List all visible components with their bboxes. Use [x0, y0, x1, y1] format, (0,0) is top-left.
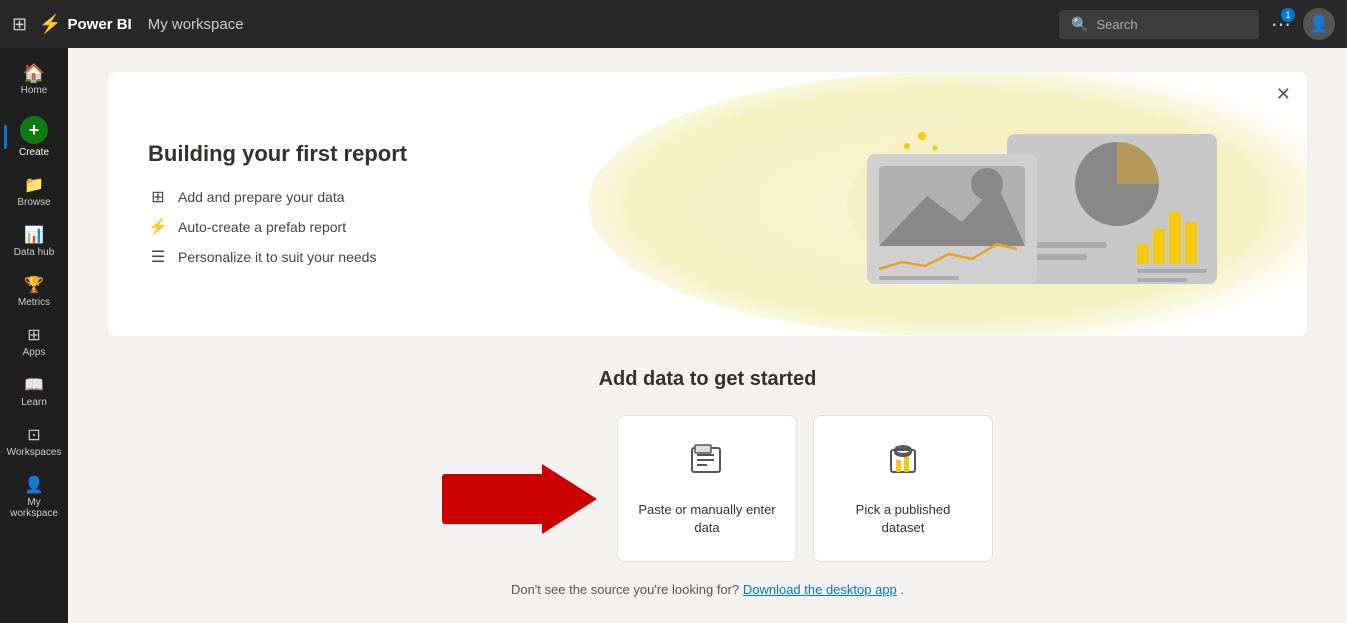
sidebar-item-label: Metrics [18, 297, 50, 308]
red-arrow-area [422, 464, 617, 534]
banner-list-text: Add and prepare your data [178, 189, 345, 205]
search-input[interactable] [1096, 17, 1247, 32]
learn-icon: 📖 [24, 378, 44, 394]
pick-dataset-label: Pick a published dataset [834, 501, 972, 537]
sidebar-item-metrics[interactable]: 🏆 Metrics [4, 270, 64, 316]
avatar-icon: 👤 [1309, 14, 1329, 34]
paste-data-icon [687, 440, 727, 489]
create-circle-icon: + [20, 116, 48, 144]
bottom-text: Don't see the source you're looking for?… [108, 582, 1307, 597]
sidebar-item-label: Data hub [14, 247, 55, 258]
sidebar-item-workspaces[interactable]: ⊡ Workspaces [4, 420, 64, 466]
sidebar-item-learn[interactable]: 📖 Learn [4, 370, 64, 416]
report-illustration [787, 104, 1267, 304]
banner-illustration [787, 104, 1267, 304]
sidebar-item-datahub[interactable]: 📊 Data hub [4, 220, 64, 266]
personalize-icon: ☰ [148, 247, 168, 267]
sidebar-item-label: Learn [21, 397, 47, 408]
workspace-label: My workspace [148, 16, 244, 33]
sidebar-item-label: Create [19, 147, 49, 158]
sidebar: 🏠 Home + Create 📁 Browse 📊 Data hub 🏆 Me… [0, 48, 68, 623]
active-indicator [4, 125, 7, 149]
paste-data-label: Paste or manually enter data [638, 501, 776, 537]
banner-card: Building your first report ⊞ Add and pre… [108, 72, 1307, 336]
brand-name: Power BI [68, 16, 132, 33]
main-content: Building your first report ⊞ Add and pre… [68, 48, 1347, 623]
bottom-text-prefix: Don't see the source you're looking for? [511, 582, 739, 597]
section-title: Add data to get started [108, 368, 1307, 391]
brand: ⚡ Power BI [39, 14, 132, 35]
home-icon: 🏠 [23, 64, 45, 82]
pick-dataset-card[interactable]: Pick a published dataset [813, 415, 993, 562]
arrow-head [542, 464, 597, 534]
datahub-icon: 📊 [24, 228, 44, 244]
powerbi-logo-icon: ⚡ [39, 14, 61, 35]
layout: 🏠 Home + Create 📁 Browse 📊 Data hub 🏆 Me… [0, 48, 1347, 623]
search-icon: 🔍 [1071, 16, 1088, 33]
notification-button[interactable]: ⋯ 1 [1271, 12, 1291, 37]
banner-list-text: Personalize it to suit your needs [178, 249, 376, 265]
sidebar-item-myworkspace[interactable]: 👤 My workspace [4, 470, 64, 527]
workspaces-icon: ⊡ [27, 428, 40, 444]
notification-badge: 1 [1281, 8, 1295, 22]
sidebar-item-home[interactable]: 🏠 Home [4, 56, 64, 104]
banner-content: Building your first report ⊞ Add and pre… [148, 141, 407, 267]
avatar[interactable]: 👤 [1303, 8, 1335, 40]
sidebar-item-apps[interactable]: ⊞ Apps [4, 320, 64, 366]
cards-with-arrow-container: Paste or manually enter data [108, 415, 1307, 582]
sidebar-item-label: My workspace [8, 497, 60, 519]
banner-list-text: Auto-create a prefab report [178, 219, 346, 235]
lightning-icon: ⚡ [148, 217, 168, 237]
sidebar-item-label: Workspaces [7, 447, 62, 458]
red-arrow [442, 464, 597, 534]
browse-icon: 📁 [24, 178, 44, 194]
banner-list-item: ⚡ Auto-create a prefab report [148, 217, 407, 237]
banner-list-item: ⊞ Add and prepare your data [148, 187, 407, 207]
sidebar-item-browse[interactable]: 📁 Browse [4, 170, 64, 216]
sidebar-item-label: Home [21, 85, 48, 96]
download-desktop-link[interactable]: Download the desktop app [743, 582, 897, 597]
myworkspace-icon: 👤 [24, 478, 44, 494]
pick-dataset-icon [883, 440, 923, 489]
add-data-section: Add data to get started [108, 368, 1307, 597]
sidebar-item-label: Apps [23, 347, 46, 358]
search-box[interactable]: 🔍 [1059, 10, 1259, 39]
arrow-body [442, 474, 542, 524]
banner-title: Building your first report [148, 141, 407, 167]
banner-list-item: ☰ Personalize it to suit your needs [148, 247, 407, 267]
grid-icon[interactable]: ⊞ [12, 14, 27, 35]
sidebar-item-create[interactable]: + Create [4, 108, 64, 166]
table-icon: ⊞ [148, 187, 168, 207]
paste-data-card[interactable]: Paste or manually enter data [617, 415, 797, 562]
topnav: ⊞ ⚡ Power BI My workspace 🔍 ⋯ 1 👤 [0, 0, 1347, 48]
bottom-text-suffix: . [900, 582, 904, 597]
sidebar-item-label: Browse [17, 197, 50, 208]
apps-icon: ⊞ [27, 328, 40, 344]
banner-list: ⊞ Add and prepare your data ⚡ Auto-creat… [148, 187, 407, 267]
banner-close-button[interactable]: ✕ [1276, 84, 1291, 105]
data-cards-row: Paste or manually enter data [617, 415, 993, 562]
metrics-icon: 🏆 [24, 278, 44, 294]
